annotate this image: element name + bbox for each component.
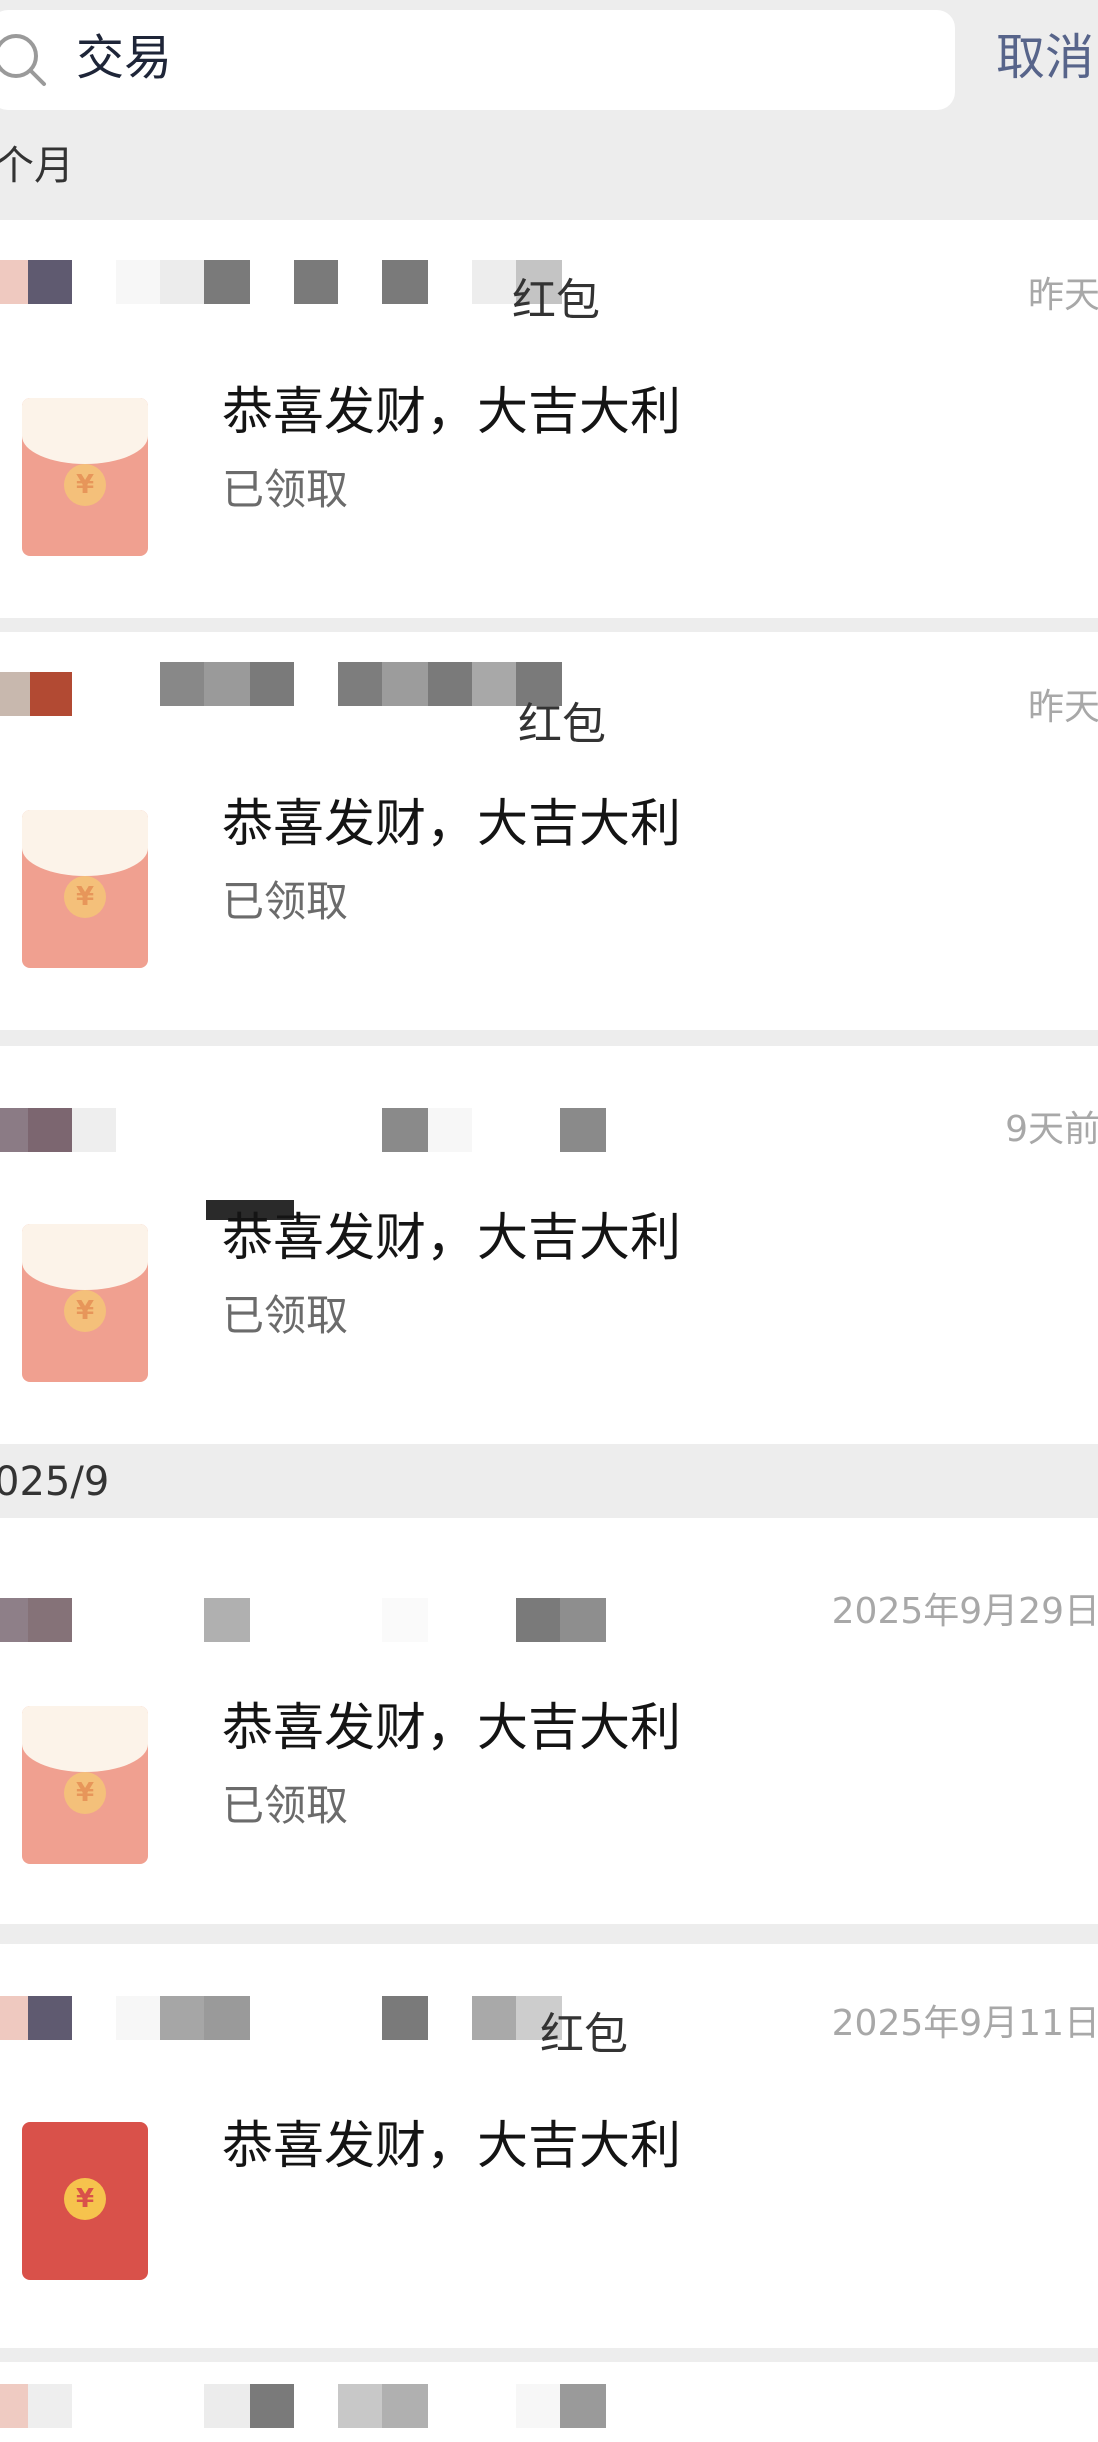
sender-name-redacted — [0, 1108, 640, 1168]
red-packet-card-2[interactable]: 红包 昨天 ¥ 恭喜发财，大吉大利 已领取 — [0, 632, 1098, 1030]
status-text: 已领取 — [222, 877, 349, 926]
blessing-text: 恭喜发财，大吉大利 — [222, 1209, 682, 1268]
blessing-text: 恭喜发财，大吉大利 — [222, 2117, 682, 2176]
timestamp: 2025年9月11日 — [831, 2003, 1098, 2044]
sender-partial-text: 红包 — [518, 699, 606, 750]
red-envelope-opened-icon: ¥ — [22, 1224, 148, 1382]
timestamp: 9天前 — [1005, 1109, 1098, 1150]
timestamp: 昨天 — [1027, 275, 1098, 316]
red-envelope-opened-icon: ¥ — [22, 810, 148, 968]
sender-name-redacted — [0, 2384, 640, 2442]
red-packet-card-3[interactable]: 9天前 ¥ 恭喜发财，大吉大利 已领取 — [0, 1046, 1098, 1444]
sender-name-redacted: 红包 — [0, 662, 640, 750]
sender-partial-text: 红包 — [512, 275, 600, 326]
sender-name-redacted: 红包 — [0, 1996, 640, 2060]
search-icon — [0, 34, 46, 86]
timestamp: 昨天 — [1027, 687, 1098, 728]
red-packet-card-6[interactable] — [0, 2362, 1098, 2442]
red-packet-card-1[interactable]: 红包 昨天 ¥ 恭喜发财，大吉大利 已领取 — [0, 220, 1098, 618]
search-input[interactable]: 交易 — [76, 26, 172, 90]
red-packet-card-4[interactable]: 2025年9月29日 ¥ 恭喜发财，大吉大利 已领取 — [0, 1518, 1098, 1924]
sender-name-redacted — [0, 1598, 640, 1658]
sender-partial-text: 红包 — [540, 2009, 628, 2060]
section-header-recent: 个月 — [0, 143, 74, 189]
status-text: 已领取 — [222, 1781, 349, 1830]
blessing-text: 恭喜发财，大吉大利 — [222, 795, 682, 854]
cancel-button[interactable]: 取消 — [996, 26, 1094, 90]
red-envelope-opened-icon: ¥ — [22, 1706, 148, 1864]
timestamp: 2025年9月29日 — [831, 1591, 1098, 1632]
red-envelope-unopened-icon: ¥ — [22, 2122, 148, 2280]
status-text: 已领取 — [222, 1291, 349, 1340]
section-header-2025-9: 025/9 — [0, 1459, 110, 1505]
red-envelope-opened-icon: ¥ — [22, 398, 148, 556]
blessing-text: 恭喜发财，大吉大利 — [222, 1699, 682, 1758]
sender-name-redacted: 红包 — [0, 260, 640, 326]
red-packet-card-5[interactable]: 红包 2025年9月11日 ¥ 恭喜发财，大吉大利 — [0, 1944, 1098, 2348]
status-text: 已领取 — [222, 465, 349, 514]
blessing-text: 恭喜发财，大吉大利 — [222, 383, 682, 442]
